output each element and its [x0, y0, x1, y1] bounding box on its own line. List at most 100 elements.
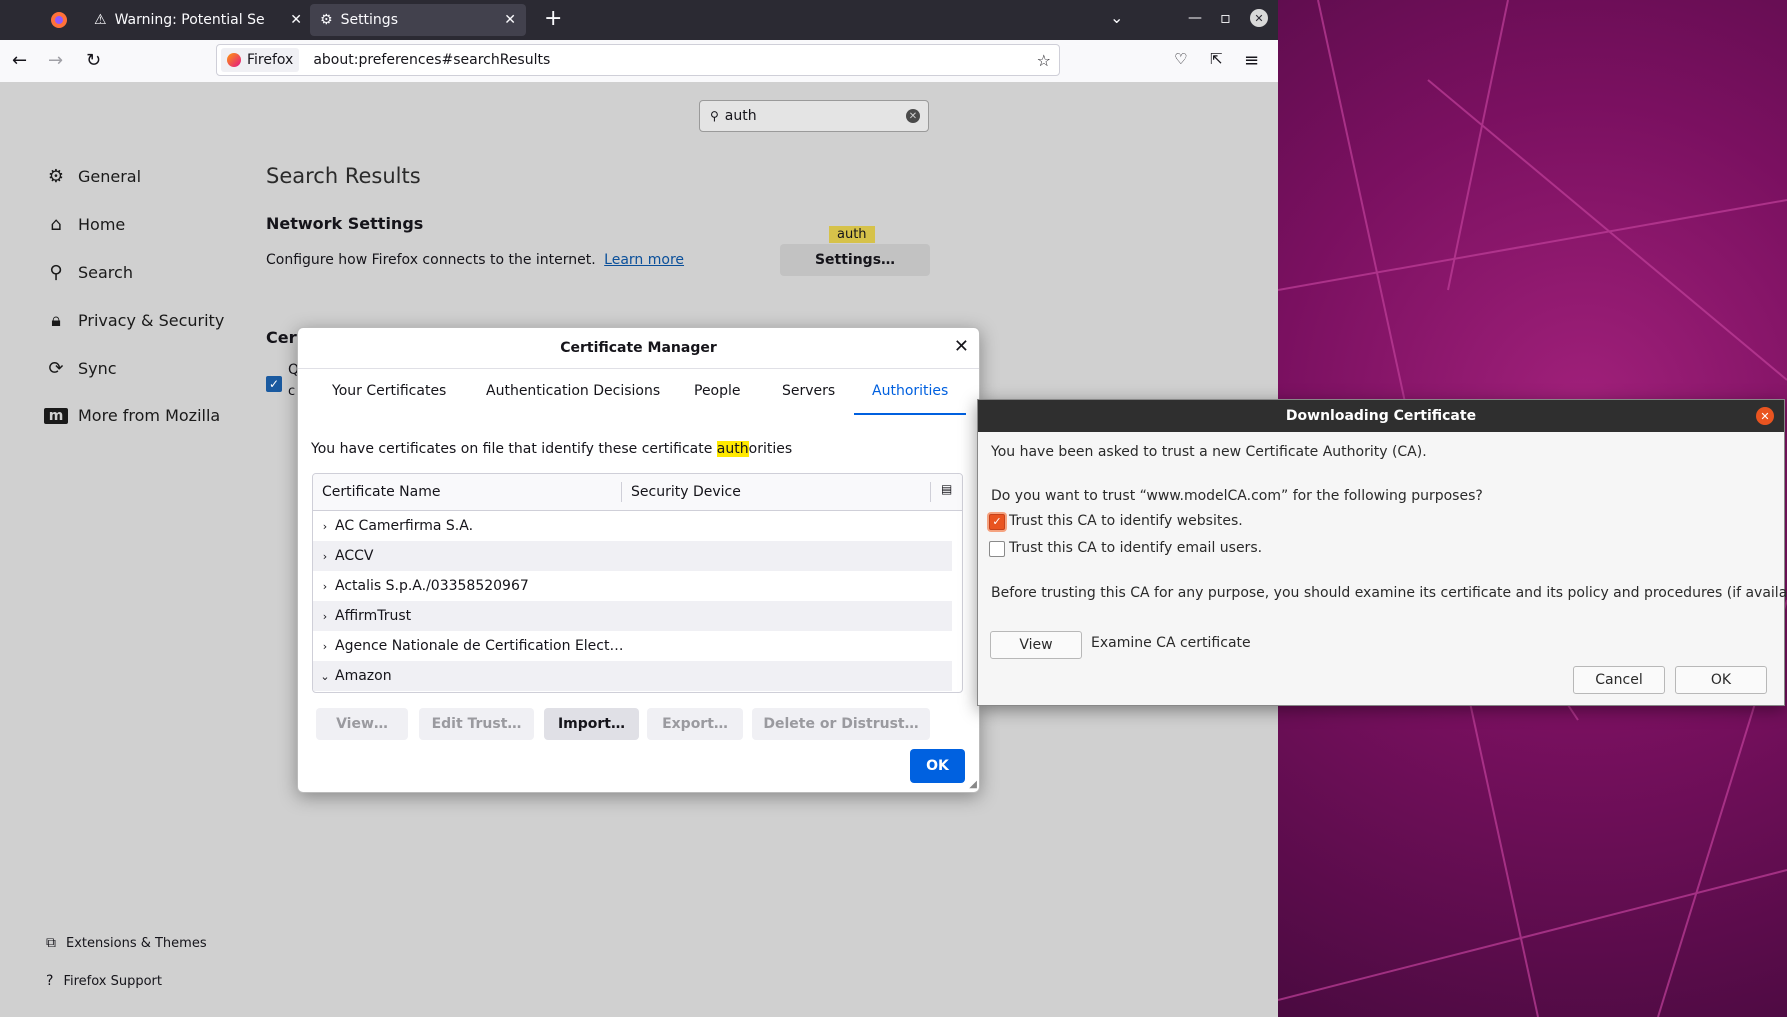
sidebar-item-search[interactable]: ⚲ Search	[44, 262, 133, 283]
forward-icon[interactable]: →	[48, 50, 63, 71]
extensions-themes-link[interactable]: ⧉ Extensions & Themes	[46, 935, 207, 951]
window-close-icon[interactable]: ✕	[1250, 9, 1268, 27]
import-button[interactable]: Import…	[544, 708, 639, 740]
ok-button[interactable]: OK	[910, 749, 965, 783]
sidebar-item-label: Search	[78, 263, 133, 282]
view-button[interactable]: View…	[316, 708, 408, 740]
chevron-right-icon[interactable]: ›	[315, 610, 335, 623]
minimize-icon[interactable]: —	[1188, 10, 1202, 26]
home-icon: ⌂	[50, 214, 62, 235]
clear-search-icon[interactable]: ✕	[906, 109, 920, 123]
sidebar-item-label: General	[78, 167, 142, 186]
view-certificate-button[interactable]: View	[990, 631, 1082, 659]
new-tab-icon[interactable]: +	[544, 6, 562, 31]
network-settings-description: Configure how Firefox connects to the in…	[266, 252, 684, 268]
edit-trust-button[interactable]: Edit Trust…	[419, 708, 534, 740]
dialog-title: Certificate Manager	[560, 340, 717, 356]
table-row[interactable]: › AffirmTrust	[313, 601, 952, 631]
reload-icon[interactable]: ↻	[86, 50, 101, 71]
certificate-manager-dialog: Certificate Manager ✕ Your Certificates …	[297, 327, 980, 793]
close-icon[interactable]: ✕	[954, 336, 969, 357]
question-text: Do you want to trust “www.modelCA.com” f…	[991, 488, 1483, 504]
cancel-button[interactable]: Cancel	[1573, 666, 1665, 694]
close-tab-icon[interactable]: ✕	[504, 12, 516, 28]
sidebar-item-sync[interactable]: ⟳ Sync	[44, 358, 116, 379]
chevron-right-icon[interactable]: ›	[315, 520, 335, 533]
firefox-support-link[interactable]: ? Firefox Support	[46, 973, 162, 989]
pocket-icon[interactable]: ♡	[1174, 50, 1187, 68]
sidebar-item-privacy[interactable]: 🔒︎ Privacy & Security	[44, 310, 224, 331]
tab-label: Settings	[340, 12, 398, 28]
delete-or-distrust-button[interactable]: Delete or Distrust…	[752, 708, 930, 740]
table-row[interactable]: › Actalis S.p.A./03358520967	[313, 571, 952, 601]
sidebar-item-home[interactable]: ⌂ Home	[44, 214, 125, 235]
table-row[interactable]: › ACCV	[313, 541, 952, 571]
certificate-tree[interactable]: Certificate Name Security Device ▤ › AC …	[312, 473, 963, 693]
sidebar-item-more-from-mozilla[interactable]: m More from Mozilla	[44, 406, 220, 425]
column-separator[interactable]	[621, 482, 622, 502]
description-text: You have certificates on file that ident…	[311, 441, 717, 457]
tab-servers[interactable]: Servers	[782, 369, 835, 413]
identity-box[interactable]: Firefox	[221, 48, 300, 72]
certificate-name: AffirmTrust	[335, 608, 412, 624]
tab-settings[interactable]: ⚙ Settings ✕	[310, 4, 526, 36]
examine-ca-label: Examine CA certificate	[1091, 635, 1251, 651]
close-icon[interactable]: ✕	[1756, 407, 1774, 425]
chevron-right-icon[interactable]: ›	[315, 550, 335, 563]
sidebar-item-label: Home	[78, 215, 126, 234]
firefox-icon	[227, 53, 241, 67]
maximize-icon[interactable]: ▫	[1220, 8, 1231, 27]
preferences-search-input[interactable]: ⚲ auth ✕	[699, 100, 929, 132]
certificate-name: Agence Nationale de Certification Elect…	[335, 638, 624, 654]
tree-header: Certificate Name Security Device ▤	[313, 474, 962, 511]
description-text-end: orities	[748, 441, 793, 457]
resize-grip-icon[interactable]: ◢	[969, 779, 977, 790]
table-row[interactable]: › AC Camerfirma S.A.	[313, 511, 952, 541]
close-tab-icon[interactable]: ✕	[290, 12, 302, 28]
menu-icon[interactable]: ≡	[1244, 50, 1259, 71]
certificate-name: AC Camerfirma S.A.	[335, 518, 474, 534]
back-icon[interactable]: ←	[12, 50, 27, 71]
tab-people[interactable]: People	[694, 369, 741, 413]
trust-websites-label[interactable]: Trust this CA to identify websites.	[1009, 513, 1243, 529]
identity-label: Firefox	[247, 52, 294, 68]
firefox-view-button[interactable]	[40, 0, 78, 40]
tab-authentication-decisions[interactable]: Authentication Decisions	[486, 369, 660, 413]
network-settings-button[interactable]: Settings…	[780, 244, 930, 276]
chevron-down-icon[interactable]: ⌄	[1110, 8, 1123, 27]
learn-more-link[interactable]: Learn more	[604, 252, 684, 268]
chevron-right-icon[interactable]: ›	[315, 640, 335, 653]
trust-email-label[interactable]: Trust this CA to identify email users.	[1009, 540, 1262, 556]
ocsp-checkbox[interactable]: ✓	[266, 376, 282, 392]
chevron-down-icon[interactable]: ⌄	[315, 670, 335, 683]
export-button[interactable]: Export…	[647, 708, 743, 740]
url-bar[interactable]: Firefox about:preferences#searchResults …	[216, 44, 1060, 76]
bookmark-star-icon[interactable]: ☆	[1037, 51, 1051, 70]
ok-button[interactable]: OK	[1675, 666, 1767, 694]
tab-your-certificates[interactable]: Your Certificates	[332, 369, 446, 413]
warning-text: Before trusting this CA for any purpose,…	[991, 585, 1787, 601]
ocsp-label-fragment-2: c	[288, 384, 296, 399]
trust-email-checkbox[interactable]	[989, 541, 1005, 557]
extensions-icon[interactable]: ⇱	[1210, 50, 1223, 68]
column-security-device[interactable]: Security Device	[631, 484, 741, 500]
navigation-toolbar: ← → ↻ Firefox about:preferences#searchRe…	[0, 40, 1278, 83]
trust-websites-checkbox[interactable]: ✓	[989, 514, 1005, 530]
table-row[interactable]: › Agence Nationale de Certification Elec…	[313, 631, 952, 661]
column-separator[interactable]	[930, 482, 931, 502]
url-text[interactable]: about:preferences#searchResults	[313, 52, 550, 68]
table-row[interactable]: ⌄ Amazon	[313, 661, 952, 691]
network-description-text: Configure how Firefox connects to the in…	[266, 252, 596, 268]
gear-icon: ⚙	[320, 12, 333, 28]
sync-icon: ⟳	[48, 358, 64, 379]
tab-warning[interactable]: ⚠ Warning: Potential Security Risk Ahead…	[84, 0, 312, 40]
sidebar-item-general[interactable]: ⚙ General	[44, 166, 141, 187]
tab-authorities[interactable]: Authorities	[854, 369, 967, 415]
mozilla-icon: m	[44, 407, 68, 424]
column-picker-icon[interactable]: ▤	[941, 482, 952, 496]
chevron-right-icon[interactable]: ›	[315, 580, 335, 593]
search-icon: ⚲	[710, 109, 719, 123]
column-certificate-name[interactable]: Certificate Name	[322, 484, 440, 500]
certificate-name: Amazon	[335, 668, 392, 684]
search-value: auth	[724, 108, 757, 124]
